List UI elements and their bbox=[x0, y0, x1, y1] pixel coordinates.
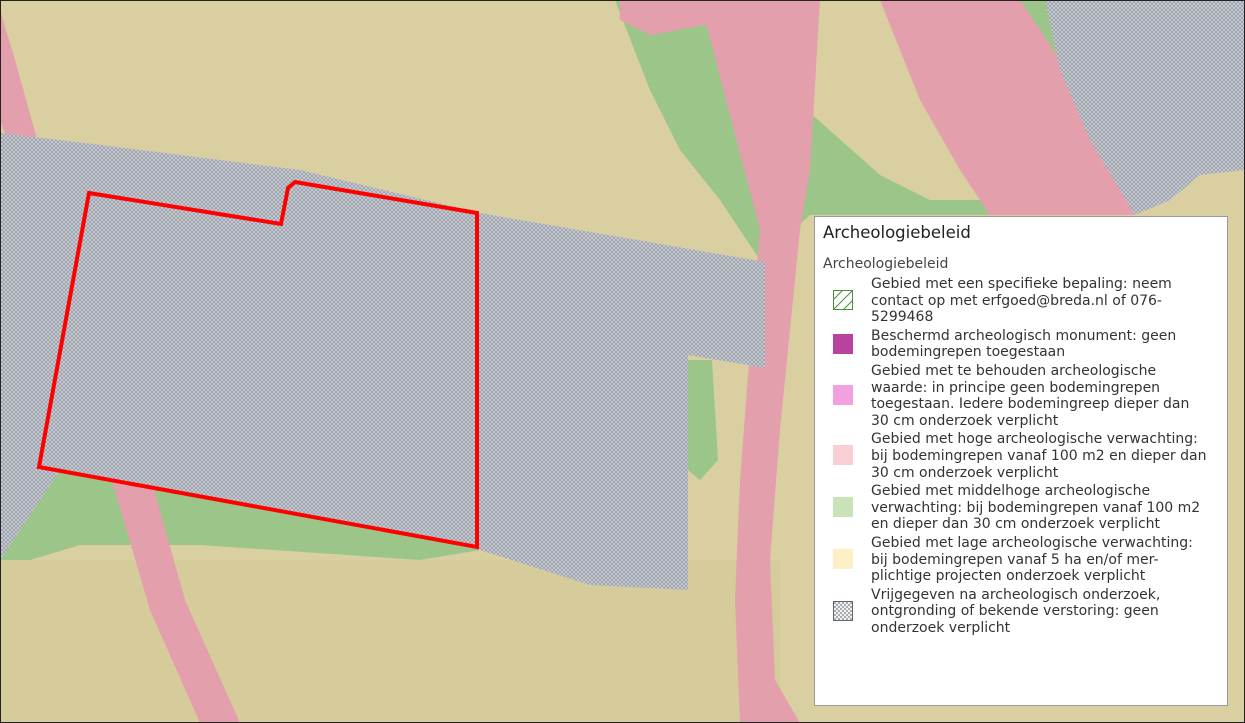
hatch-green-swatch-icon bbox=[833, 290, 853, 310]
middel-swatch-icon bbox=[833, 497, 853, 518]
legend-item-label: Gebied met te behouden archeologische wa… bbox=[871, 362, 1190, 429]
legend-panel: Archeologiebeleid Archeologiebeleid Gebi… bbox=[814, 216, 1228, 706]
legend-item-label: Beschermd archeologisch monument: geen b… bbox=[871, 327, 1177, 361]
legend-title: Archeologiebeleid bbox=[823, 223, 971, 242]
legend-item-label: Gebied met middelhoge archeologische ver… bbox=[871, 483, 1201, 533]
legend-layer-name: Archeologiebeleid bbox=[823, 256, 949, 272]
monument-swatch-icon bbox=[833, 333, 853, 354]
legend-item-monument: Beschermd archeologisch monument: geen b… bbox=[823, 328, 1219, 361]
crosshatch-swatch-icon bbox=[833, 600, 853, 621]
legend-item-label: Gebied met hoge archeologische verwachti… bbox=[871, 431, 1207, 481]
behouden-swatch-icon bbox=[833, 384, 853, 405]
legend-item-hoog: Gebied met hoge archeologische verwachti… bbox=[823, 431, 1219, 481]
legend-item-vrijgegeven: Vrijgegeven na archeologisch onderzoek, … bbox=[823, 587, 1219, 637]
laag-swatch-icon bbox=[833, 548, 853, 569]
legend-item-middel: Gebied met middelhoge archeologische ver… bbox=[823, 483, 1219, 533]
hoog-swatch-icon bbox=[833, 445, 853, 466]
legend-item-laag: Gebied met lage archeologische verwachti… bbox=[823, 535, 1219, 585]
legend-item-label: Gebied met een specifieke bepaling: neem… bbox=[871, 276, 1172, 326]
legend-item-label: Gebied met lage archeologische verwachti… bbox=[871, 534, 1193, 585]
legend-item-specifieke-bepaling: Gebied met een specifieke bepaling: neem… bbox=[823, 276, 1219, 326]
legend-item-behouden: Gebied met te behouden archeologische wa… bbox=[823, 363, 1219, 429]
legend-item-label: Vrijgegeven na archeologisch onderzoek, … bbox=[871, 586, 1161, 636]
